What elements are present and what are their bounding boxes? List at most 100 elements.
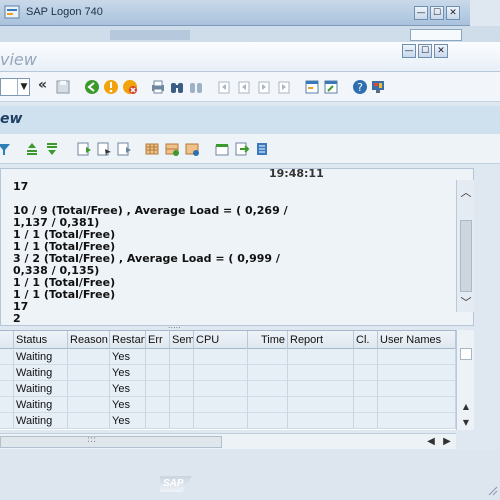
cell-restart: Yes — [110, 349, 146, 365]
row-selector[interactable] — [0, 397, 14, 413]
horizontal-scroll-thumb[interactable]: ::: — [0, 435, 222, 448]
table-vertical-scrollbar[interactable]: ▲ ▼ — [456, 330, 474, 430]
scroll-top-box[interactable] — [460, 348, 472, 360]
row-selector[interactable] — [0, 381, 14, 397]
command-field[interactable]: ▼ — [0, 78, 30, 96]
last-page-icon[interactable] — [276, 79, 292, 95]
column-header-user-names[interactable]: User Names — [378, 331, 456, 349]
scroll-up-icon[interactable]: ︿ — [459, 186, 473, 200]
table-row[interactable]: Waiting Yes — [0, 365, 456, 381]
deselect-icon[interactable] — [116, 141, 132, 157]
logon-close-button[interactable]: ✕ — [446, 6, 460, 20]
collapse-command-field-icon[interactable]: « — [38, 77, 47, 93]
text-panel-scrollbar[interactable]: ︿ ﹀ — [456, 180, 474, 312]
system-toolbar: ▼ « ? — [0, 72, 500, 102]
customize-layout-icon[interactable] — [370, 79, 386, 95]
spreadsheet-icon[interactable] — [254, 141, 270, 157]
window-close-button[interactable]: ✕ — [434, 44, 448, 58]
scroll-grip: ::: — [87, 435, 97, 445]
logon-window-title: SAP Logon 740 — [26, 6, 103, 18]
cell-client — [354, 413, 378, 429]
window-titlebar: view — ☐ ✕ — [0, 42, 500, 72]
cell-time — [248, 397, 288, 413]
cell-time — [248, 365, 288, 381]
next-page-icon[interactable] — [256, 79, 272, 95]
row-selector[interactable] — [0, 413, 14, 429]
previous-page-icon[interactable] — [236, 79, 252, 95]
row-selector[interactable] — [0, 349, 14, 365]
logon-search-field[interactable] — [410, 29, 462, 41]
select-icon[interactable] — [96, 141, 112, 157]
cell-time — [248, 413, 288, 429]
cell-status: Waiting — [14, 381, 68, 397]
table-scroll-down-icon[interactable]: ▼ — [459, 416, 473, 430]
scroll-thumb[interactable] — [460, 220, 472, 292]
cell-status: Waiting — [14, 349, 68, 365]
sort-descending-icon[interactable] — [44, 141, 60, 157]
table-horizontal-scrollbar[interactable]: ::: ◀ ▶ — [0, 433, 456, 449]
cell-restart: Yes — [110, 413, 146, 429]
logon-maximize-button[interactable]: ☐ — [430, 6, 444, 20]
column-header-err[interactable]: Err — [146, 331, 170, 349]
cell-cpu — [194, 365, 248, 381]
column-header-status[interactable]: Status — [14, 331, 68, 349]
first-page-icon[interactable] — [216, 79, 232, 95]
new-session-icon[interactable] — [304, 79, 320, 95]
details-icon[interactable] — [76, 141, 92, 157]
table-insert-icon[interactable] — [164, 141, 180, 157]
column-header-restart[interactable]: Restart — [110, 331, 146, 349]
text-line: 2 — [13, 312, 21, 325]
table-scroll-up-icon[interactable]: ▲ — [459, 400, 473, 414]
cell-err — [146, 349, 170, 365]
shortcut-icon[interactable] — [323, 79, 339, 95]
help-icon[interactable]: ? — [352, 79, 368, 95]
scroll-left-icon[interactable]: ◀ — [424, 435, 438, 449]
cell-user-names — [378, 349, 456, 365]
cell-report — [288, 349, 354, 365]
export-icon[interactable] — [234, 141, 250, 157]
row-selector-header[interactable] — [0, 331, 14, 349]
table-row[interactable]: Waiting Yes — [0, 381, 456, 397]
table-row[interactable]: Waiting Yes — [0, 397, 456, 413]
find-next-icon[interactable] — [188, 79, 204, 95]
cell-client — [354, 365, 378, 381]
row-selector[interactable] — [0, 365, 14, 381]
cell-status: Waiting — [14, 397, 68, 413]
exit-icon[interactable] — [103, 79, 119, 95]
cell-cpu — [194, 381, 248, 397]
cell-sem — [170, 413, 194, 429]
column-header-client[interactable]: Cl. — [354, 331, 378, 349]
table-row[interactable]: Waiting Yes — [0, 349, 456, 365]
refresh-icon[interactable] — [214, 141, 230, 157]
window-maximize-button[interactable]: ☐ — [418, 44, 432, 58]
cell-err — [146, 397, 170, 413]
cell-report — [288, 381, 354, 397]
filter-icon[interactable] — [0, 141, 12, 157]
table-row[interactable]: Waiting Yes — [0, 413, 456, 429]
column-header-reason[interactable]: Reason — [68, 331, 110, 349]
cell-restart: Yes — [110, 365, 146, 381]
column-header-cpu[interactable]: CPU — [194, 331, 248, 349]
column-header-time[interactable]: Time — [248, 331, 288, 349]
table-settings-icon[interactable] — [184, 141, 200, 157]
resize-grip-icon[interactable] — [486, 484, 498, 496]
print-icon[interactable] — [150, 79, 166, 95]
sort-ascending-icon[interactable] — [24, 141, 40, 157]
logon-window-titlebar: SAP Logon 740 — ☐ ✕ — [0, 0, 470, 26]
save-icon[interactable] — [55, 79, 71, 95]
table-view-icon[interactable] — [144, 141, 160, 157]
scroll-right-icon[interactable]: ▶ — [440, 435, 454, 449]
scroll-down-icon[interactable]: ﹀ — [459, 296, 473, 310]
command-field-dropdown-icon[interactable]: ▼ — [17, 79, 30, 95]
find-icon[interactable] — [169, 79, 185, 95]
cell-report — [288, 397, 354, 413]
logon-minimize-button[interactable]: — — [414, 6, 428, 20]
sap-logon-icon — [4, 5, 20, 19]
cell-user-names — [378, 413, 456, 429]
window-minimize-button[interactable]: — — [402, 44, 416, 58]
column-header-sem[interactable]: Sem — [170, 331, 194, 349]
back-icon[interactable] — [84, 79, 100, 95]
cancel-icon[interactable] — [122, 79, 138, 95]
panel-splitter[interactable]: ..... — [168, 321, 181, 330]
column-header-report[interactable]: Report — [288, 331, 354, 349]
